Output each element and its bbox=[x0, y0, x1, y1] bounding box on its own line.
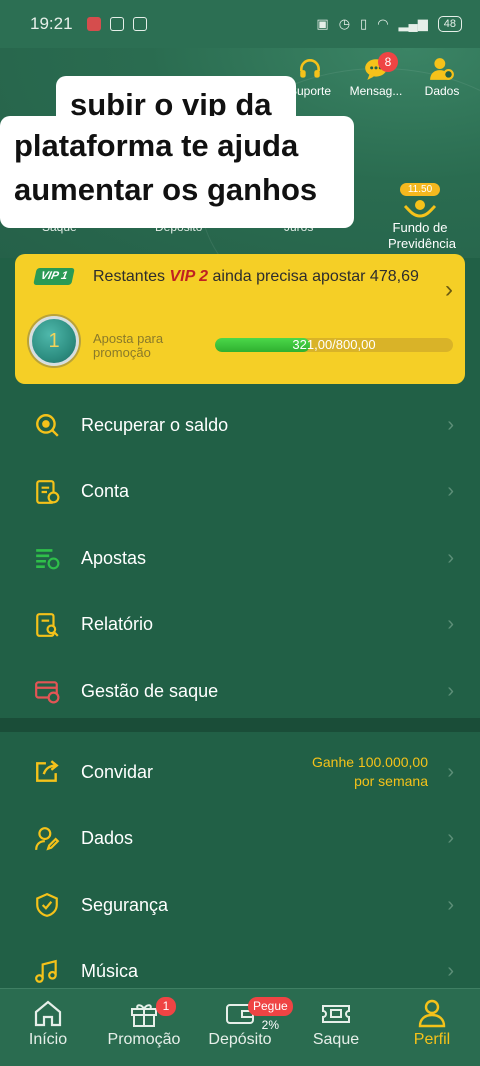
chevron-right-icon: › bbox=[447, 546, 454, 569]
chevron-right-icon: › bbox=[445, 276, 453, 303]
music-note-icon bbox=[35, 959, 57, 983]
menu-group-2: Convidar Ganhe 100.000,00 por semana › D… bbox=[0, 739, 480, 1005]
menu-label: Segurança bbox=[81, 894, 169, 915]
chevron-right-icon: › bbox=[447, 413, 454, 436]
pension-fund-label: Fundo de Previdência bbox=[388, 220, 456, 251]
alarm-icon: ◷ bbox=[338, 16, 351, 31]
gift-icon bbox=[131, 1004, 157, 1027]
messages-button[interactable]: 8 Mensag... bbox=[348, 52, 404, 98]
coin-refresh-icon bbox=[36, 414, 59, 437]
notification-icon bbox=[86, 17, 101, 31]
vip-text-prefix: Restantes bbox=[93, 268, 166, 285]
vibrate-icon: ▯ bbox=[360, 16, 368, 31]
deposit-bonus-badge: Pegue 2% bbox=[248, 997, 293, 1032]
caption-line-2: plataforma te ajuda aumentar os ganhos bbox=[0, 116, 354, 228]
vip-requirement: Restantes VIP 2 ainda precisa apostar 47… bbox=[93, 268, 419, 286]
chevron-right-icon: › bbox=[447, 613, 454, 636]
tab-label: Promoção bbox=[107, 1031, 181, 1048]
promo-label: Aposta para promoção bbox=[93, 331, 164, 360]
instagram-icon bbox=[109, 17, 124, 31]
chevron-right-icon: › bbox=[447, 893, 454, 916]
menu-item-recuperar-saldo[interactable]: Recuperar o saldo › bbox=[0, 392, 480, 459]
menu-item-apostas[interactable]: Apostas › bbox=[0, 525, 480, 592]
data-button[interactable]: Dados bbox=[414, 56, 470, 98]
user-settings-icon bbox=[430, 58, 454, 80]
menu-label: Apostas bbox=[81, 547, 147, 568]
tab-inicio[interactable]: Início bbox=[0, 997, 96, 1049]
promotion-badge: 1 bbox=[156, 997, 176, 1016]
menu-item-gestao-saque[interactable]: Gestão de saque › bbox=[0, 658, 480, 725]
messages-label: Mensag... bbox=[349, 84, 403, 98]
tab-label: Perfil bbox=[413, 1031, 451, 1048]
menu-label: Conta bbox=[81, 481, 130, 502]
menu-item-conta[interactable]: Conta › bbox=[0, 459, 480, 526]
vip-next-level: VIP 2 bbox=[169, 268, 209, 285]
pension-fund-button[interactable]: 11.50 Fundo de Previdência bbox=[388, 180, 456, 252]
profile-icon bbox=[418, 999, 446, 1028]
card-withdraw-icon bbox=[35, 681, 60, 704]
hands-coin-icon bbox=[403, 200, 437, 218]
menu-item-convidar[interactable]: Convidar Ganhe 100.000,00 por semana › bbox=[0, 739, 480, 806]
shield-check-icon bbox=[36, 893, 58, 918]
caption-text-3: aumentar os ganhos bbox=[14, 172, 318, 207]
chevron-right-icon: › bbox=[447, 480, 454, 503]
report-search-icon bbox=[36, 612, 59, 637]
menu-label: Convidar bbox=[81, 761, 154, 782]
tab-promocao[interactable]: 1 Promoção bbox=[96, 997, 192, 1049]
menu-label: Dados bbox=[81, 828, 134, 849]
nfc-icon: ▣ bbox=[316, 16, 329, 31]
messages-badge: 8 bbox=[378, 52, 398, 72]
vip-text-suffix: ainda precisa apostar 478,69 bbox=[212, 268, 419, 285]
section-divider bbox=[0, 718, 480, 732]
home-icon bbox=[34, 1000, 62, 1027]
vip-level-coin: 1 bbox=[29, 316, 79, 366]
menu-label: Música bbox=[81, 961, 139, 982]
chevron-right-icon: › bbox=[447, 679, 454, 702]
tab-label: Saque bbox=[312, 1031, 360, 1048]
ticket-icon bbox=[322, 1005, 350, 1023]
tab-saque[interactable]: Saque bbox=[288, 997, 384, 1049]
user-edit-icon bbox=[35, 826, 60, 851]
promotion-progress-bar: 321,00/800,00 bbox=[215, 338, 453, 352]
bottom-tab-bar: Início 1 Promoção Pegue 2% Depósito Saqu… bbox=[0, 988, 480, 1066]
menu-group-1: Recuperar o saldo › Conta › Apostas › Re… bbox=[0, 392, 480, 725]
data-label: Dados bbox=[424, 84, 460, 98]
menu-item-relatorio[interactable]: Relatório › bbox=[0, 592, 480, 659]
tab-label: Depósito bbox=[208, 1031, 272, 1048]
wifi-icon: ◠ bbox=[377, 16, 389, 31]
share-icon bbox=[36, 760, 59, 783]
account-document-icon bbox=[36, 479, 60, 504]
tab-label: Início bbox=[28, 1031, 68, 1048]
menu-label: Recuperar o saldo bbox=[81, 414, 229, 435]
status-bar: 19:21 ▣ ◷ ▯ ◠ ▂▄▆ 48 bbox=[0, 0, 480, 48]
chevron-right-icon: › bbox=[447, 760, 454, 783]
signal-icon: ▂▄▆ bbox=[398, 16, 428, 31]
invite-reward-text: Ganhe 100.000,00 por semana bbox=[312, 753, 428, 791]
pension-fund-pill: 11.50 bbox=[399, 183, 441, 196]
invite-reward-line-2: por semana bbox=[354, 773, 428, 790]
invite-reward-line-1: Ganhe 100.000,00 bbox=[312, 754, 428, 771]
battery-icon: 48 bbox=[437, 16, 462, 32]
vip-card[interactable]: VIP 1 Restantes VIP 2 ainda precisa apos… bbox=[15, 254, 465, 384]
chevron-right-icon: › bbox=[447, 960, 454, 983]
status-time: 19:21 bbox=[30, 14, 73, 33]
header-actions: Suporte 8 Mensag... Dados bbox=[282, 52, 470, 98]
app-icon bbox=[132, 17, 147, 31]
caption-text-2: plataforma te ajuda bbox=[14, 128, 299, 163]
chevron-right-icon: › bbox=[447, 827, 454, 850]
tab-deposito[interactable]: Pegue 2% Depósito bbox=[192, 997, 293, 1049]
tab-perfil[interactable]: Perfil bbox=[384, 997, 480, 1049]
progress-text: 321,00/800,00 bbox=[292, 338, 376, 352]
menu-item-dados[interactable]: Dados › bbox=[0, 806, 480, 873]
menu-item-seguranca[interactable]: Segurança › bbox=[0, 872, 480, 939]
menu-label: Relatório bbox=[81, 614, 154, 635]
bet-list-icon bbox=[36, 549, 60, 570]
headset-icon bbox=[300, 59, 320, 78]
menu-label: Gestão de saque bbox=[81, 680, 219, 701]
vip-tag: VIP 1 bbox=[33, 268, 75, 285]
